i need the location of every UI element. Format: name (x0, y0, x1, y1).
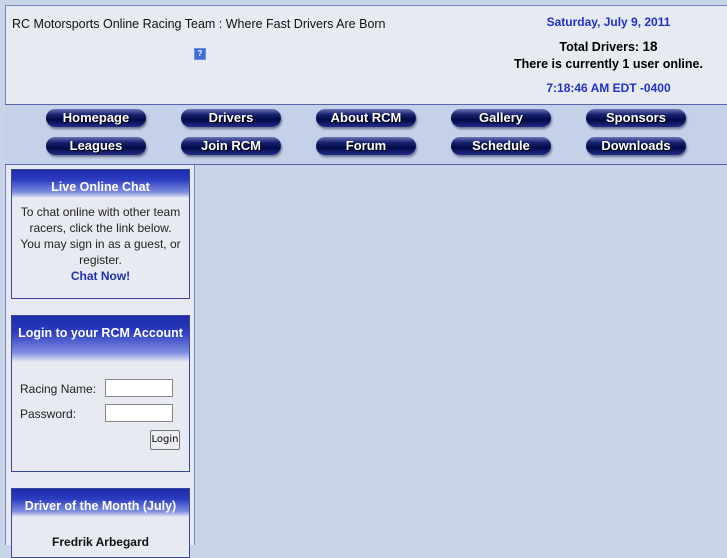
nav-homepage[interactable]: Homepage (46, 109, 149, 127)
total-drivers-count: 18 (642, 39, 658, 54)
nav-sponsors[interactable]: Sponsors (586, 109, 689, 127)
nav-drivers[interactable]: Drivers (181, 109, 284, 127)
driver-of-month-title: Driver of the Month (July) (12, 489, 189, 517)
header: RC Motorsports Online Racing Team : Wher… (5, 5, 727, 104)
nav-about-rcm[interactable]: About RCM (316, 109, 419, 127)
driver-of-month-panel: Driver of the Month (July) Fredrik Arbeg… (11, 488, 190, 558)
password-input[interactable] (105, 404, 173, 422)
nav-join-rcm[interactable]: Join RCM (181, 137, 284, 155)
nav-leagues[interactable]: Leagues (46, 137, 149, 155)
racing-name-label: Racing Name: (20, 382, 97, 396)
live-chat-text: To chat online with other team racers, c… (20, 205, 181, 267)
nav-gallery[interactable]: Gallery (451, 109, 554, 127)
main-nav: Homepage Drivers About RCM Gallery Spons… (5, 104, 727, 165)
login-panel: Login to your RCM Account Racing Name: P… (11, 315, 190, 472)
main-content (195, 165, 727, 545)
users-online: There is currently 1 user online. (514, 57, 703, 71)
total-drivers-label: Total Drivers: (559, 40, 640, 54)
total-drivers: Total Drivers: 18 (506, 39, 711, 54)
racing-name-input[interactable] (105, 379, 173, 397)
login-button[interactable]: Login (150, 430, 180, 450)
login-title: Login to your RCM Account (12, 316, 189, 362)
nav-forum[interactable]: Forum (316, 137, 419, 155)
nav-downloads[interactable]: Downloads (586, 137, 689, 155)
live-chat-title: Live Online Chat (12, 170, 189, 198)
current-date: Saturday, July 9, 2011 (546, 15, 671, 29)
live-chat-panel: Live Online Chat To chat online with oth… (11, 169, 190, 299)
chat-now-link[interactable]: Chat Now! (12, 269, 189, 283)
driver-of-month-name: Fredrik Arbegard (52, 535, 149, 549)
sidebar: Live Online Chat To chat online with oth… (5, 165, 195, 558)
current-time: 7:18:46 AM EDT -0400 (546, 81, 671, 95)
question-icon[interactable]: ? (194, 48, 206, 60)
password-label: Password: (20, 407, 77, 421)
nav-schedule[interactable]: Schedule (451, 137, 554, 155)
site-title: RC Motorsports Online Racing Team : Wher… (12, 17, 386, 31)
